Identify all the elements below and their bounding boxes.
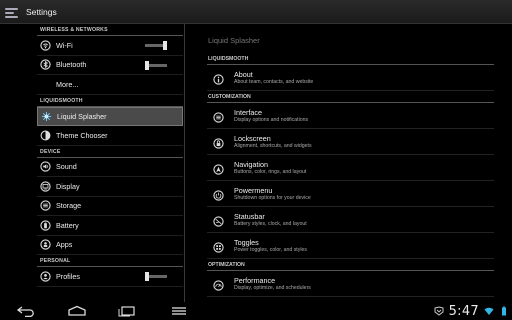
statusbar-icon (213, 214, 224, 227)
pref-summary: Shutdown options for your device (234, 194, 311, 201)
sidebar-item-label: Bluetooth (56, 60, 87, 70)
settings-headers-list: WIRELESS & NETWORKS Wi-Fi Bluetooth More… (37, 24, 183, 304)
sidebar-item-bluetooth[interactable]: Bluetooth (37, 56, 183, 75)
notification-icon (434, 306, 444, 316)
section-header-personal: PERSONAL (37, 255, 183, 267)
sidebar-item-display[interactable]: Display (37, 177, 183, 197)
performance-icon (213, 278, 224, 291)
pref-statusbar[interactable]: Statusbar Battery styles, clock, and lay… (207, 207, 494, 233)
section-header-liquidsmooth: LIQUIDSMOOTH (37, 95, 183, 107)
pref-title: Powermenu (234, 185, 273, 195)
pref-interface[interactable]: Interface Display options and notificati… (207, 103, 494, 129)
sidebar-item-theme-chooser[interactable]: Theme Chooser (37, 126, 183, 146)
profiles-toggle[interactable] (145, 272, 167, 281)
pref-summary: Power toggles, color, and styles (234, 246, 307, 253)
sidebar-item-storage[interactable]: Storage (37, 197, 183, 216)
section-header-device: DEVICE (37, 146, 183, 158)
sidebar-item-more[interactable]: More... (37, 75, 183, 95)
pref-title: Interface (234, 107, 262, 117)
sidebar-item-label: Liquid Splasher (57, 111, 107, 121)
sidebar-item-label: More... (56, 79, 79, 89)
pane-divider (184, 24, 185, 304)
power-icon (213, 188, 224, 201)
pref-lockscreen[interactable]: Lockscreen Alignment, shortcuts, and wid… (207, 129, 494, 155)
sidebar-item-profiles[interactable]: Profiles (37, 267, 183, 287)
pref-about[interactable]: About About team, contacts, and website (207, 65, 494, 91)
action-bar: Settings (0, 0, 512, 24)
pref-toggles[interactable]: Toggles Power toggles, color, and styles (207, 233, 494, 259)
sidebar-item-label: Theme Chooser (56, 130, 108, 140)
battery-icon (40, 220, 51, 231)
sidebar-item-sound[interactable]: Sound (37, 158, 183, 177)
pref-summary: Battery styles, clock, and layout (234, 220, 307, 227)
pref-title: Statusbar (234, 211, 265, 221)
pref-summary: Display options and notifications (234, 116, 309, 123)
sidebar-item-battery[interactable]: Battery (37, 216, 183, 236)
wifi-icon (40, 40, 51, 51)
system-bar: 5:47 (0, 302, 512, 320)
section-header-customization: CUSTOMIZATION (207, 91, 494, 103)
status-area[interactable]: 5:47 (434, 303, 509, 319)
app-title: Settings (26, 6, 57, 17)
pref-summary: About team, contacts, and website (234, 78, 314, 85)
sidebar-item-label: Apps (56, 240, 73, 250)
settings-sliders-icon[interactable] (4, 5, 20, 19)
bluetooth-toggle[interactable] (145, 60, 167, 70)
pref-title: Toggles (234, 237, 259, 247)
sidebar-item-label: Profiles (56, 271, 80, 281)
navigation-icon (213, 162, 224, 175)
page-title: Liquid Splasher (208, 36, 260, 45)
pref-title: Navigation (234, 159, 268, 169)
pref-performance[interactable]: Performance Display, optimize, and sched… (207, 271, 494, 297)
theme-icon (40, 130, 51, 141)
pref-summary: Buttons, color, rings, and layout (234, 168, 307, 175)
pref-navigation[interactable]: Navigation Buttons, color, rings, and la… (207, 155, 494, 181)
clock: 5:47 (448, 303, 479, 319)
pref-title: About (234, 69, 253, 79)
info-icon (213, 72, 224, 85)
display-icon (40, 181, 51, 192)
sidebar-item-apps[interactable]: Apps (37, 236, 183, 255)
toggles-icon (213, 240, 224, 253)
section-header-wireless: WIRELESS & NETWORKS (37, 24, 183, 36)
pref-summary: Alignment, shortcuts, and widgets (234, 142, 312, 149)
apps-icon (40, 239, 51, 250)
sidebar-item-label: Battery (56, 220, 79, 230)
back-button[interactable] (14, 304, 40, 318)
sidebar-item-liquid-splasher[interactable]: Liquid Splasher (37, 106, 183, 126)
bluetooth-icon (40, 59, 51, 70)
menu-button[interactable] (166, 304, 192, 318)
back-icon (16, 306, 34, 317)
wifi-signal-icon (484, 306, 494, 316)
home-button[interactable] (64, 304, 90, 318)
sidebar-item-label: Sound (56, 162, 77, 172)
wifi-toggle[interactable] (145, 41, 167, 50)
sidebar-item-wifi[interactable]: Wi-Fi (37, 36, 183, 56)
sidebar-item-label: Wi-Fi (56, 40, 73, 50)
lock-icon (213, 136, 224, 149)
sidebar-item-label: Storage (56, 201, 82, 211)
menu-icon (172, 307, 186, 315)
sound-icon (40, 161, 51, 172)
pref-powermenu[interactable]: Powermenu Shutdown options for your devi… (207, 181, 494, 207)
storage-icon (40, 200, 51, 211)
pref-title: Lockscreen (234, 133, 271, 143)
battery-status-icon (499, 306, 509, 316)
pref-title: Performance (234, 275, 276, 285)
section-header-optimization: OPTIMIZATION (207, 259, 494, 271)
interface-icon (213, 110, 224, 123)
pref-summary: Display, optimize, and schedulers (234, 284, 311, 291)
home-icon (68, 305, 86, 316)
recent-apps-icon (118, 306, 135, 317)
section-header-liquidsmooth: LIQUIDSMOOTH (207, 53, 494, 65)
splash-icon (41, 111, 52, 122)
recent-apps-button[interactable] (114, 304, 140, 318)
liquid-splasher-panel: Liquid Splasher LIQUIDSMOOTH About About… (207, 24, 494, 304)
sidebar-item-label: Display (56, 181, 80, 191)
profiles-icon (40, 271, 51, 282)
